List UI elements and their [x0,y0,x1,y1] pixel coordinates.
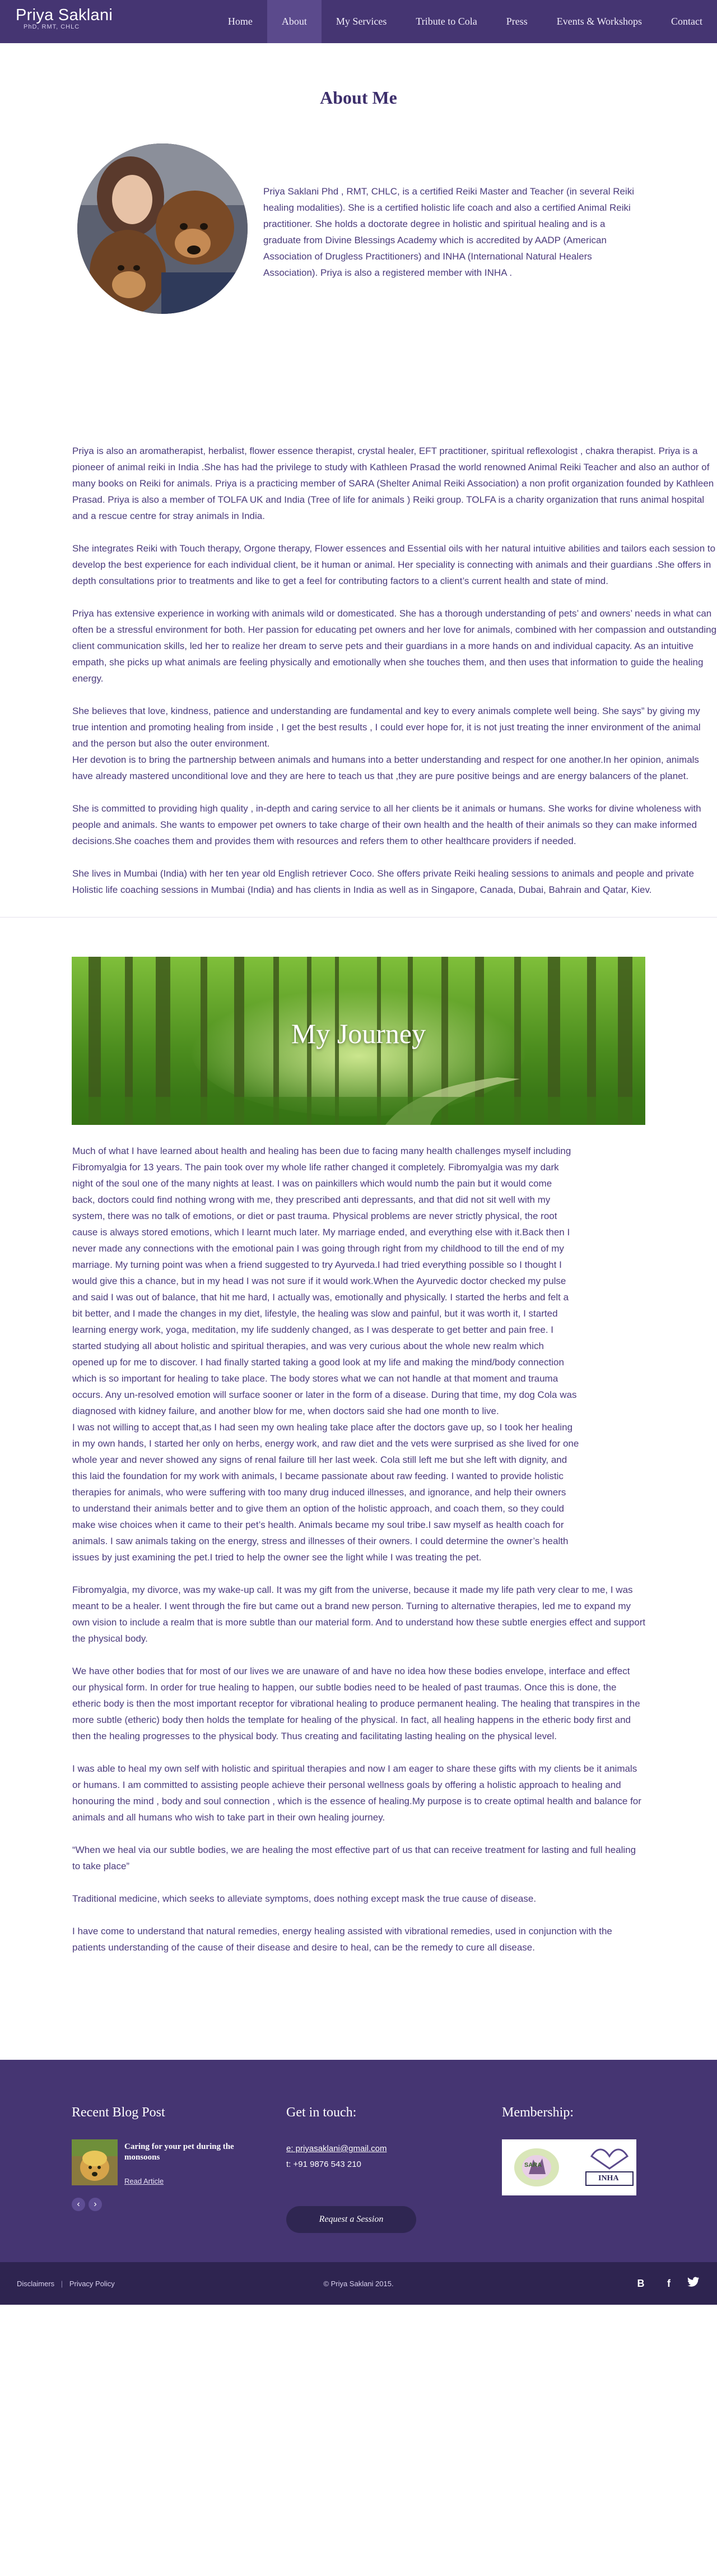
nav-home[interactable]: Home [213,0,267,43]
twitter-icon[interactable] [687,2277,700,2290]
profile-photo [77,143,248,314]
journey-line: would give this a chance, but in my head… [72,1276,566,1286]
section-divider [0,917,717,918]
twitter-bird-art [687,2277,699,2287]
inha-logo: INHA [598,2174,619,2183]
journey-line: Fibromyalgia for 13 years. The pain took… [72,1162,559,1173]
journey-line: to understand their animals better and t… [72,1503,564,1514]
journey-line: in my own hands, I started her only on h… [72,1438,579,1449]
site-header: Priya Saklani PhD, RMT, CHLC Home About … [0,0,717,43]
journey-line: diagnosed with kidney failure, and anoth… [72,1406,499,1416]
journey-line: make wise choices when it came to their … [72,1519,564,1530]
journey-line: whole year and never showed any signs of… [72,1454,567,1465]
journey-line: learning energy work, yoga, meditation, … [72,1324,554,1335]
dog-photo-art [72,2139,118,2185]
journey-body: Much of what I have learned about health… [72,1143,646,1956]
recent-blog-heading: Recent Blog Post [72,2105,165,2120]
journey-quote: “When we heal via our subtle bodies, we … [72,1845,636,1871]
email-link[interactable]: e: priyasaklani@gmail.com [286,2144,387,2153]
journey-banner: My Journey [72,957,645,1125]
journey-line: I was not willing to accept that,as I ha… [72,1422,573,1433]
next-post-arrow-icon[interactable]: › [89,2198,102,2211]
membership-heading: Membership: [502,2105,574,2120]
journey-line: animals. I saw animals taking on the ene… [72,1536,569,1546]
journey-first-paragraph: Much of what I have learned about health… [72,1143,646,1565]
journey-line: cause is always stored emotions, which I… [72,1227,570,1238]
journey-line: issues by just examining the pet.I tried… [72,1552,482,1563]
journey-paragraph: Fibromyalgia, my divorce, was my wake-up… [72,1584,646,1644]
about-paragraph: Priya is also an aromatherapist, herbali… [72,446,714,521]
nav-my-services[interactable]: My Services [322,0,401,43]
about-paragraph: She lives in Mumbai (India) with her ten… [72,868,694,895]
brand[interactable]: Priya Saklani PhD, RMT, CHLC [16,6,113,30]
journey-line: bit better, and I made the changes in my… [72,1308,558,1319]
journey-line: this laid the foundation for my work wit… [72,1471,564,1481]
journey-line: which is so important for healing to tak… [72,1373,558,1384]
intro-text: Priya Saklani Phd , RMT, CHLC, is a cert… [263,186,634,278]
journey-line: and said I was out of balance, that hit … [72,1292,569,1303]
page-title: About Me [320,87,397,108]
journey-line: Much of what I have learned about health… [72,1146,571,1156]
journey-line: marriage. My turning point was when a fr… [72,1259,562,1270]
journey-paragraph: I was able to heal my own self with holi… [72,1763,641,1823]
request-session-button[interactable]: Request a Session [286,2206,416,2233]
contact-heading: Get in touch: [286,2105,357,2120]
blog-post-title[interactable]: Caring for your pet during the monsoons [124,2142,236,2163]
nav-press[interactable]: Press [492,0,542,43]
copyright: © Priya Saklani 2015. [323,2280,394,2288]
about-paragraph: She is committed to providing high quali… [72,803,701,846]
about-paragraph: She believes that love, kindness, patien… [72,706,701,781]
sara-logo: SARA [524,2162,542,2169]
prev-post-arrow-icon[interactable]: ‹ [72,2198,85,2211]
read-article-link[interactable]: Read Article [124,2177,164,2185]
about-paragraph: Priya has extensive experience in workin… [72,608,717,684]
bottom-bar: Disclaimers | Privacy Policy © Priya Sak… [0,2262,717,2305]
blogger-icon[interactable]: B [634,2277,648,2290]
journey-title: My Journey [291,1018,426,1049]
blog-post-thumbnail[interactable] [72,2139,118,2185]
journey-line: system, there was no talk of emotions, o… [72,1211,557,1221]
site-footer: Recent Blog Post Caring for your pet dur… [0,2060,717,2262]
nav-about[interactable]: About [267,0,322,43]
membership-logos-art [514,2148,634,2186]
journey-line: night of the soul one of the many nights… [72,1178,552,1189]
journey-line: back, doctors could find nothing wrong w… [72,1194,551,1205]
about-body: Priya is also an aromatherapist, herbali… [72,443,717,898]
journey-line: opened up for me to discover. I had fina… [72,1357,564,1368]
phone-number: t: +91 9876 543 210 [286,2160,361,2169]
nav-contact[interactable]: Contact [657,0,717,43]
facebook-icon[interactable]: f [662,2277,676,2290]
membership-logos: SARA INHA [502,2139,636,2195]
nav-tribute-to-cola[interactable]: Tribute to Cola [401,0,491,43]
brand-name[interactable]: Priya Saklani [16,6,113,25]
main-nav: Home About My Services Tribute to Cola P… [213,0,717,43]
journey-paragraph: Traditional medicine, which seeks to all… [72,1893,537,1904]
journey-line: never made any connections with the emot… [72,1243,564,1254]
intro-section: Priya Saklani Phd , RMT, CHLC, is a cert… [0,113,717,314]
journey-line: started studying all about holistic and … [72,1341,544,1351]
journey-paragraph: I have come to understand that natural r… [72,1926,612,1953]
profile-photo-art [77,143,248,314]
journey-line: therapies for animals, who were sufferin… [72,1487,566,1498]
journey-paragraph: We have other bodies that for most of ou… [72,1666,640,1741]
about-paragraph: She integrates Reiki with Touch therapy,… [72,543,716,586]
journey-line: occurs. Any un-resolved emotion will sur… [72,1389,577,1400]
nav-events-workshops[interactable]: Events & Workshops [542,0,657,43]
